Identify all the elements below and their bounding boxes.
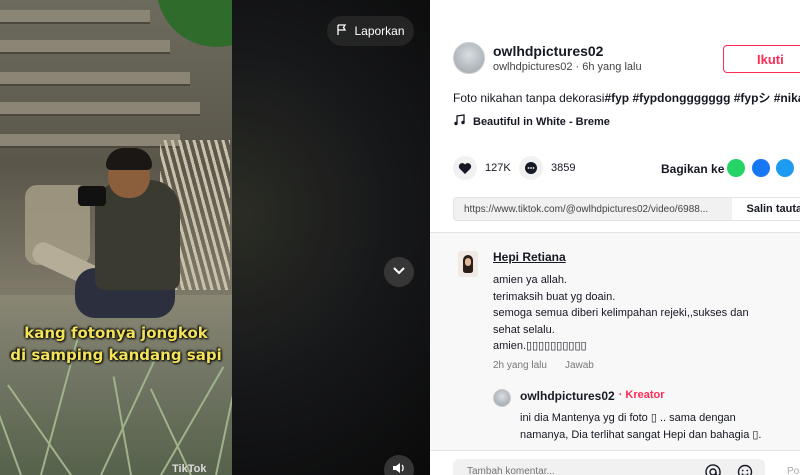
comment-text: amien ya allah. terimaksih buat yg doain…: [493, 272, 783, 355]
report-label: Laporkan: [354, 24, 405, 38]
next-video-button[interactable]: [384, 257, 414, 287]
flag-icon: [336, 23, 348, 39]
heart-icon: [453, 156, 477, 180]
video-caption: kang fotonya jongkok di samping kandang …: [0, 322, 232, 366]
avatar[interactable]: [493, 389, 511, 407]
camera-shape: [78, 186, 106, 206]
follow-button[interactable]: Ikuti: [723, 45, 800, 73]
post-comment-button[interactable]: Posting: [787, 466, 800, 475]
wood-plank: [0, 10, 150, 24]
share-label: Bagikan ke: [661, 162, 725, 176]
emoji-icon[interactable]: [737, 464, 753, 475]
like-stat[interactable]: 127K: [453, 156, 511, 180]
post-description: Foto nikahan tanpa dekorasi#fyp #fypdong…: [453, 89, 800, 106]
tiktok-watermark: TikTok: [172, 463, 207, 475]
share-link-box: https://www.tiktok.com/@owlhdpictures02/…: [453, 197, 800, 221]
like-count: 127K: [485, 162, 511, 174]
share-link-text[interactable]: https://www.tiktok.com/@owlhdpictures02/…: [454, 204, 732, 215]
comment-line: terimaksih buat yg doain.: [493, 290, 616, 303]
tiktok-video-page: kang fotonya jongkok di samping kandang …: [0, 0, 800, 475]
reply-button[interactable]: Jawab: [565, 360, 594, 371]
reply-author[interactable]: owlhdpictures02 · Kreator: [520, 389, 665, 403]
at-mention-icon[interactable]: [705, 464, 721, 475]
comment-input-bar: Posting: [430, 450, 800, 475]
comment-count: 3859: [551, 162, 576, 174]
copy-link-button[interactable]: Salin tautan: [732, 198, 800, 220]
wood-plank: [0, 40, 170, 54]
reply-line: namanya, Dia terlihat sangat Hepi dan ba…: [520, 429, 762, 441]
wood-plank: [0, 102, 200, 116]
comment-author[interactable]: Hepi Retiana: [493, 250, 566, 264]
wood-plank: [0, 134, 180, 148]
comment-bubble-icon: [519, 156, 543, 180]
music-title: Beautiful in White - Breme: [473, 115, 610, 128]
comment-line: sehat selalu.: [493, 323, 555, 336]
hashtag-list[interactable]: #fyp #fypdonggggggg #fypシ #nika: [604, 91, 800, 105]
video-caption-line: di samping kandang sapi: [10, 346, 222, 364]
reply-author-name: owlhdpictures02: [520, 389, 615, 403]
author-username[interactable]: owlhdpictures02: [493, 43, 603, 59]
reply-line: ini dia Mantenya yg di foto ▯ .. sama de…: [520, 412, 736, 424]
music-note-icon: [453, 114, 465, 129]
facebook-icon[interactable]: [752, 159, 770, 177]
video-player[interactable]: kang fotonya jongkok di samping kandang …: [0, 0, 430, 475]
comments-section: Hepi Retiana amien ya allah. terimaksih …: [430, 232, 800, 475]
comment-line: semoga semua diberi kelimpahan rejeki,,s…: [493, 307, 749, 319]
info-panel: owlhdpictures02 owlhdpictures02 · 6h yan…: [430, 0, 800, 475]
volume-icon: [392, 461, 406, 475]
comment-stat[interactable]: 3859: [519, 156, 575, 180]
music-link[interactable]: Beautiful in White - Breme: [453, 114, 610, 129]
comment-meta: 2h yang lalu Jawab: [493, 360, 594, 371]
avatar[interactable]: [453, 42, 485, 74]
person-hair: [106, 148, 152, 170]
reply-text: ini dia Mantenya yg di foto ▯ .. sama de…: [520, 410, 800, 444]
comment-line: amien.▯▯▯▯▯▯▯▯▯▯: [493, 340, 587, 352]
video-frame[interactable]: kang fotonya jongkok di samping kandang …: [0, 0, 232, 475]
creator-badge: · Kreator: [618, 389, 665, 401]
video-caption-line: kang fotonya jongkok: [24, 324, 208, 342]
report-button[interactable]: Laporkan: [327, 16, 414, 46]
author-submeta: owlhdpictures02 · 6h yang lalu: [493, 61, 642, 73]
chevron-down-icon: [392, 263, 406, 281]
whatsapp-icon[interactable]: [727, 159, 745, 177]
twitter-icon[interactable]: [776, 159, 794, 177]
comment-line: amien ya allah.: [493, 274, 567, 286]
post-header: owlhdpictures02 owlhdpictures02 · 6h yan…: [430, 0, 800, 232]
comment-time: 2h yang lalu: [493, 360, 547, 371]
description-text: Foto nikahan tanpa dekorasi: [453, 91, 605, 105]
avatar[interactable]: [458, 251, 478, 277]
wood-plank: [0, 72, 190, 86]
